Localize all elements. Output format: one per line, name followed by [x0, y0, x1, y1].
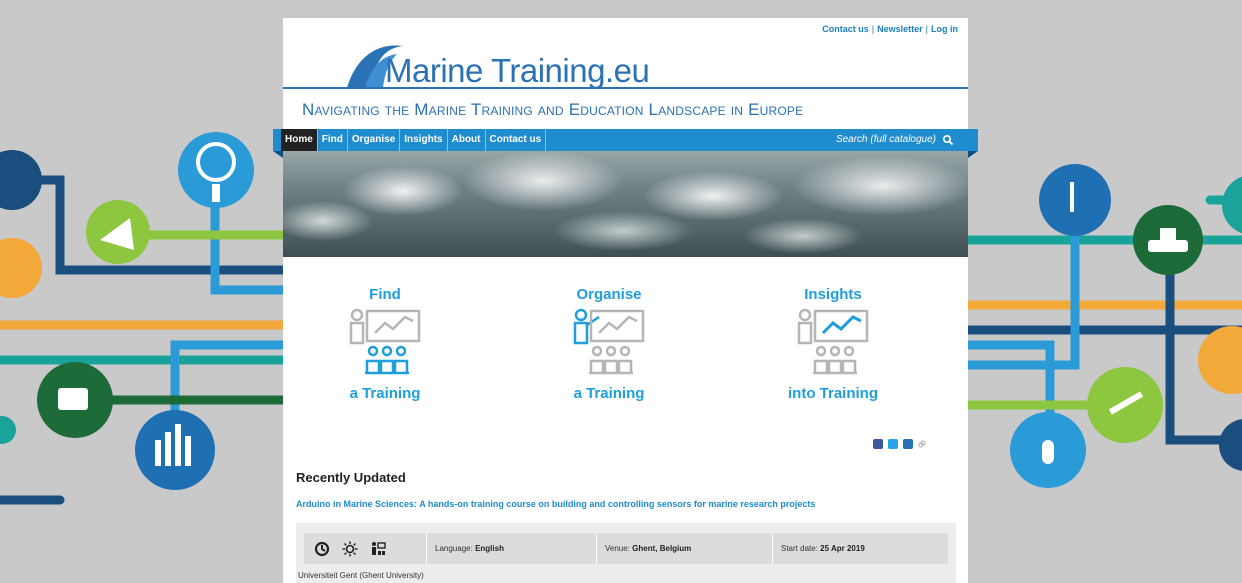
login-link[interactable]: Log in	[931, 24, 958, 34]
search-placeholder: Search (full catalogue)	[835, 134, 936, 145]
find-training-icon	[349, 308, 421, 375]
email-icon[interactable]	[903, 439, 913, 449]
classroom-icon	[372, 541, 386, 555]
venue-label: Venue:	[605, 544, 630, 553]
feature-insights-title: Insights	[804, 286, 862, 303]
newsletter-link[interactable]: Newsletter	[877, 24, 923, 34]
link-icon[interactable]	[918, 440, 926, 448]
organise-training-icon	[573, 308, 645, 375]
site-tagline: Navigating the Marine Training and Educa…	[302, 100, 804, 119]
contact-us-link[interactable]: Contact us	[822, 24, 869, 34]
main-nav: Home Find Organise Insights About Contac…	[273, 129, 978, 151]
venue-value: Ghent, Belgium	[632, 544, 692, 553]
social-links	[873, 439, 926, 449]
nav-fold-left	[273, 151, 283, 158]
nav-organise[interactable]: Organise	[348, 129, 401, 151]
search-icon[interactable]	[942, 134, 954, 146]
feature-find-title: Find	[369, 286, 401, 303]
language-label: Language:	[435, 544, 473, 553]
twitter-icon[interactable]	[888, 439, 898, 449]
venue-cell: Venue: Ghent, Belgium	[596, 533, 772, 564]
organisation-name: Universiteit Gent (Ghent University)	[298, 571, 424, 580]
feature-find[interactable]: Find a Training	[305, 286, 465, 402]
start-date-cell: Start date: 25 Apr 2019	[772, 533, 948, 564]
wave-banner-image	[283, 151, 968, 257]
language-value: English	[475, 544, 504, 553]
recent-course-card: Language: English Venue: Ghent, Belgium …	[296, 523, 956, 583]
search-box[interactable]: Search (full catalogue)	[836, 129, 954, 151]
feature-organise[interactable]: Organise a Training	[529, 286, 689, 402]
main-panel: Contact us | Newsletter | Log in Marine Trai…	[273, 18, 978, 583]
feature-insights[interactable]: Insights into Training	[753, 286, 913, 402]
nav-contact-us[interactable]: Contact us	[486, 129, 547, 151]
recent-course-link[interactable]: Arduino in Marine Sciences: A hands-on t…	[296, 499, 815, 509]
feature-insights-subtitle: into Training	[788, 385, 878, 402]
nav-home[interactable]: Home	[281, 129, 318, 151]
nav-find[interactable]: Find	[318, 129, 348, 151]
clock-icon	[314, 541, 330, 556]
top-links: Contact us | Newsletter | Log in	[822, 24, 958, 34]
sun-icon	[342, 541, 358, 556]
recently-updated-heading: Recently Updated	[296, 470, 406, 485]
insights-training-icon	[797, 308, 869, 375]
start-date-value: 25 Apr 2019	[820, 544, 865, 553]
course-details-row: Language: English Venue: Ghent, Belgium …	[304, 533, 948, 564]
site-logo[interactable]: Marine Training.eu	[345, 40, 745, 90]
nav-fold-right	[968, 151, 978, 158]
start-date-label: Start date:	[781, 544, 818, 553]
logo-text: Marine Training.eu	[385, 52, 650, 89]
nav-insights[interactable]: Insights	[400, 129, 448, 151]
facebook-icon[interactable]	[873, 439, 883, 449]
feature-organise-subtitle: a Training	[573, 385, 645, 402]
logo-underline	[283, 87, 968, 89]
language-cell: Language: English	[426, 533, 596, 564]
feature-organise-title: Organise	[576, 286, 642, 303]
nav-about[interactable]: About	[448, 129, 486, 151]
feature-find-subtitle: a Training	[349, 385, 421, 402]
